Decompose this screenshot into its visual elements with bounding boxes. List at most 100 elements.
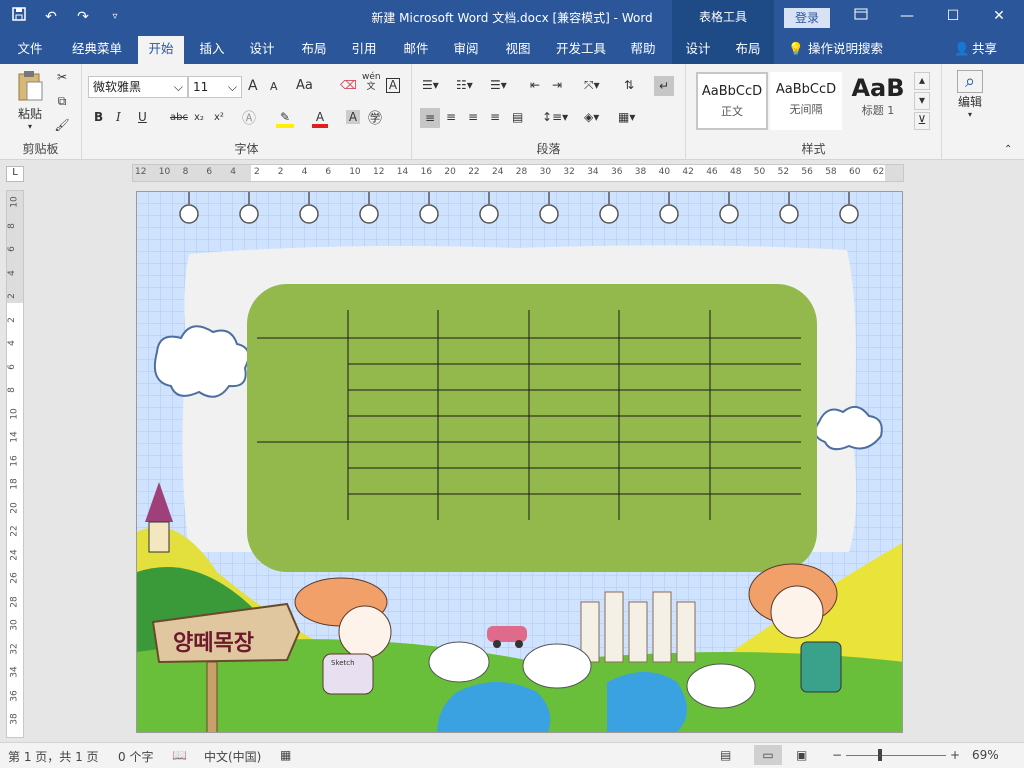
tab-developer[interactable]: 开发工具 — [548, 34, 614, 64]
tab-layout[interactable]: 布局 — [292, 34, 336, 64]
minimize-icon[interactable]: — — [884, 0, 930, 34]
font-color-icon[interactable]: A — [312, 110, 328, 128]
underline-icon[interactable]: U — [138, 110, 147, 124]
tab-design[interactable]: 设计 — [240, 34, 284, 64]
align-center-icon[interactable]: ≡ — [446, 110, 456, 124]
ruler-tick-label: 26 — [9, 572, 20, 584]
login-button[interactable]: 登录 — [784, 8, 830, 28]
page-count[interactable]: 第 1 页，共 1 页 — [8, 748, 99, 765]
vertical-scrollbar[interactable] — [1006, 188, 1024, 740]
superscript-icon[interactable]: x² — [214, 112, 224, 123]
styles-down-icon[interactable]: ▾ — [914, 92, 930, 110]
undo-icon[interactable]: ↶ — [40, 6, 62, 28]
editing-button[interactable]: ⌕ 编辑 ▾ — [952, 70, 988, 119]
vertical-ruler[interactable]: 10 8 6 4 2 2 4 6 8 10 14 16 18 20 22 24 26 28 30 32 34 36 38 — [6, 190, 24, 738]
char-shading-icon[interactable]: A — [346, 110, 360, 124]
document-page[interactable]: Sketch 양떼목장 — [136, 191, 903, 733]
style-heading-1[interactable]: AaB 标题 1 — [842, 72, 914, 130]
bullets-icon[interactable]: ☰▾ — [422, 78, 439, 92]
tab-view[interactable]: 视图 — [496, 34, 540, 64]
lightbulb-icon[interactable]: 💡 — [786, 34, 806, 64]
borders-icon[interactable]: ▦▾ — [618, 110, 635, 124]
italic-icon[interactable]: I — [116, 110, 121, 124]
user-icon[interactable]: 👤 — [952, 34, 972, 64]
clear-format-icon[interactable]: ⌫ — [340, 78, 357, 92]
tab-table-layout[interactable]: 布局 — [726, 34, 770, 64]
ruler-tick-label: 28 — [9, 595, 20, 608]
fence — [580, 591, 696, 663]
zoom-level[interactable]: 69% — [972, 748, 999, 762]
enclose-char-icon[interactable]: ㊫ — [368, 108, 382, 128]
tab-table-design[interactable]: 设计 — [676, 34, 720, 64]
tab-review[interactable]: 审阅 — [444, 34, 488, 64]
zoom-slider-thumb[interactable] — [878, 749, 882, 761]
zoom-slider[interactable] — [846, 755, 946, 756]
styles-more-icon[interactable]: ⊻ — [914, 112, 930, 130]
tab-home[interactable]: 开始 — [138, 36, 184, 64]
chinese-layout-icon[interactable]: ⤧▾ — [584, 78, 600, 93]
change-case-icon[interactable]: Aa — [296, 78, 313, 93]
customize-qat-icon[interactable]: ▿ — [104, 6, 126, 28]
save-icon[interactable] — [8, 6, 30, 28]
format-painter-icon[interactable]: 🖌 — [54, 118, 70, 132]
tab-help[interactable]: 帮助 — [620, 34, 666, 64]
style-normal[interactable]: AaBbCcD 正文 — [696, 72, 768, 130]
tab-classic-menu[interactable]: 经典菜单 — [62, 34, 132, 64]
ruler-tick-label: 6 — [6, 246, 17, 252]
zoom-in-button[interactable]: + — [950, 748, 960, 762]
font-family-select[interactable]: 微软雅黑 ⌵ — [88, 76, 188, 98]
align-left-icon[interactable]: ≡ — [420, 108, 440, 128]
tab-file[interactable]: 文件 — [8, 34, 52, 64]
share-button[interactable]: 共享 — [972, 34, 1008, 64]
language-indicator[interactable]: 中文(中国) — [204, 748, 261, 765]
style-no-spacing[interactable]: AaBbCcD 无间隔 — [770, 72, 842, 130]
highlight-icon[interactable]: ✎ — [276, 110, 294, 128]
char-border-icon[interactable]: A — [386, 78, 400, 93]
paste-button[interactable]: 粘贴 ▾ — [10, 70, 50, 131]
tab-mailings[interactable]: 邮件 — [394, 34, 438, 64]
style-name: 标题 1 — [861, 104, 895, 117]
bold-icon[interactable]: B — [94, 110, 103, 124]
maximize-icon[interactable]: ☐ — [930, 0, 976, 34]
show-marks-icon[interactable]: ↵ — [654, 76, 674, 96]
styles-up-icon[interactable]: ▴ — [914, 72, 930, 90]
decrease-indent-icon[interactable]: ⇤ — [530, 78, 540, 92]
align-right-icon[interactable]: ≡ — [468, 110, 478, 124]
collapse-ribbon-icon[interactable]: ⌃ — [1004, 144, 1012, 155]
tab-references[interactable]: 引用 — [342, 34, 386, 64]
justify-icon[interactable]: ≡ — [490, 110, 500, 124]
tell-me-search[interactable]: 操作说明搜索 — [808, 34, 898, 64]
proofing-icon[interactable]: 📖 — [172, 748, 187, 762]
phonetic-guide-icon[interactable]: wén 文 — [362, 72, 381, 92]
shading-icon[interactable]: ◈▾ — [584, 110, 599, 124]
tab-selector-icon[interactable]: L — [6, 166, 24, 182]
distributed-icon[interactable]: ▤ — [512, 110, 523, 124]
redo-icon[interactable]: ↷ — [72, 6, 94, 28]
horizontal-ruler[interactable]: 12 10 8 6 4 2 2 4 6 10 12 14 16 20 22 24 28 30 32 34 36 38 40 4… — [132, 164, 904, 182]
accessibility-icon[interactable]: ▦ — [280, 748, 291, 762]
line-spacing-icon[interactable]: ↕≡▾ — [542, 110, 568, 124]
multilevel-list-icon[interactable]: ☰▾ — [490, 78, 507, 92]
font-size-select[interactable]: 11 ⌵ — [188, 76, 242, 98]
zoom-out-button[interactable]: − — [832, 748, 842, 762]
sort-icon[interactable]: ⇅ — [624, 78, 634, 92]
ribbon-display-icon[interactable] — [838, 0, 884, 34]
ruler-tick-label: 56 — [801, 167, 813, 177]
increase-indent-icon[interactable]: ⇥ — [552, 78, 562, 92]
text-effects-icon[interactable]: Ⓐ — [242, 108, 256, 128]
grow-font-icon[interactable]: A — [248, 78, 258, 94]
ruler-tick-label: 36 — [611, 167, 623, 177]
cut-icon[interactable]: ✂ — [54, 70, 70, 84]
word-count[interactable]: 0 个字 — [118, 748, 153, 765]
web-layout-icon[interactable]: ▣ — [796, 748, 807, 762]
ruler-tick-label: 10 — [9, 407, 20, 420]
tab-insert[interactable]: 插入 — [190, 34, 234, 64]
copy-icon[interactable]: ⧉ — [54, 94, 70, 109]
strikethrough-icon[interactable]: abc — [170, 112, 188, 123]
numbering-icon[interactable]: ☷▾ — [456, 78, 473, 92]
read-mode-icon[interactable]: ▤ — [720, 748, 731, 762]
print-layout-icon[interactable]: ▭ — [754, 745, 782, 765]
shrink-font-icon[interactable]: A — [270, 80, 278, 93]
close-icon[interactable]: ✕ — [976, 0, 1022, 34]
subscript-icon[interactable]: x₂ — [194, 112, 204, 123]
